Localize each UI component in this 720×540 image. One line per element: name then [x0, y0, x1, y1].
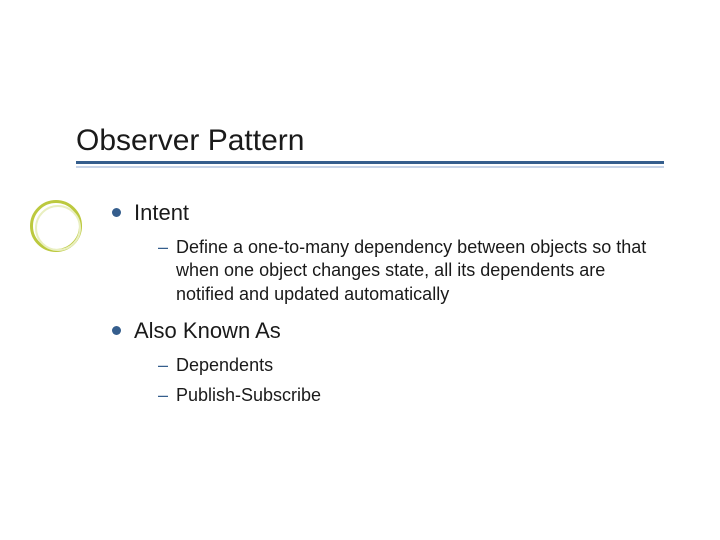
- title-underline: [76, 161, 664, 168]
- dash-bullet-icon: –: [158, 238, 168, 256]
- bullet-list: Intent – Define a one-to-many dependency…: [112, 200, 652, 407]
- list-item: Intent – Define a one-to-many dependency…: [112, 200, 652, 306]
- section-heading: Intent: [134, 200, 189, 226]
- sublist: – Define a one-to-many dependency betwee…: [134, 236, 652, 306]
- list-item: – Define a one-to-many dependency betwee…: [158, 236, 652, 306]
- dash-bullet-icon: –: [158, 356, 168, 374]
- subitem-text: Publish-Subscribe: [176, 384, 321, 407]
- underline-primary: [76, 161, 664, 164]
- slide-body: Intent – Define a one-to-many dependency…: [112, 200, 652, 419]
- subitem-text: Define a one-to-many dependency between …: [176, 236, 652, 306]
- list-item: – Publish-Subscribe: [158, 384, 652, 407]
- list-item: – Dependents: [158, 354, 652, 377]
- subitem-text: Dependents: [176, 354, 273, 377]
- section-heading: Also Known As: [134, 318, 281, 344]
- underline-secondary: [76, 166, 664, 168]
- dash-bullet-icon: –: [158, 386, 168, 404]
- slide: Observer Pattern Intent – Define a one-t…: [0, 0, 720, 540]
- slide-title: Observer Pattern: [76, 124, 304, 158]
- sublist: – Dependents – Publish-Subscribe: [134, 354, 652, 407]
- dot-bullet-icon: [112, 208, 121, 217]
- ring-decoration-icon: [30, 200, 82, 252]
- dot-bullet-icon: [112, 326, 121, 335]
- list-item: Also Known As – Dependents – Publish-Sub…: [112, 318, 652, 407]
